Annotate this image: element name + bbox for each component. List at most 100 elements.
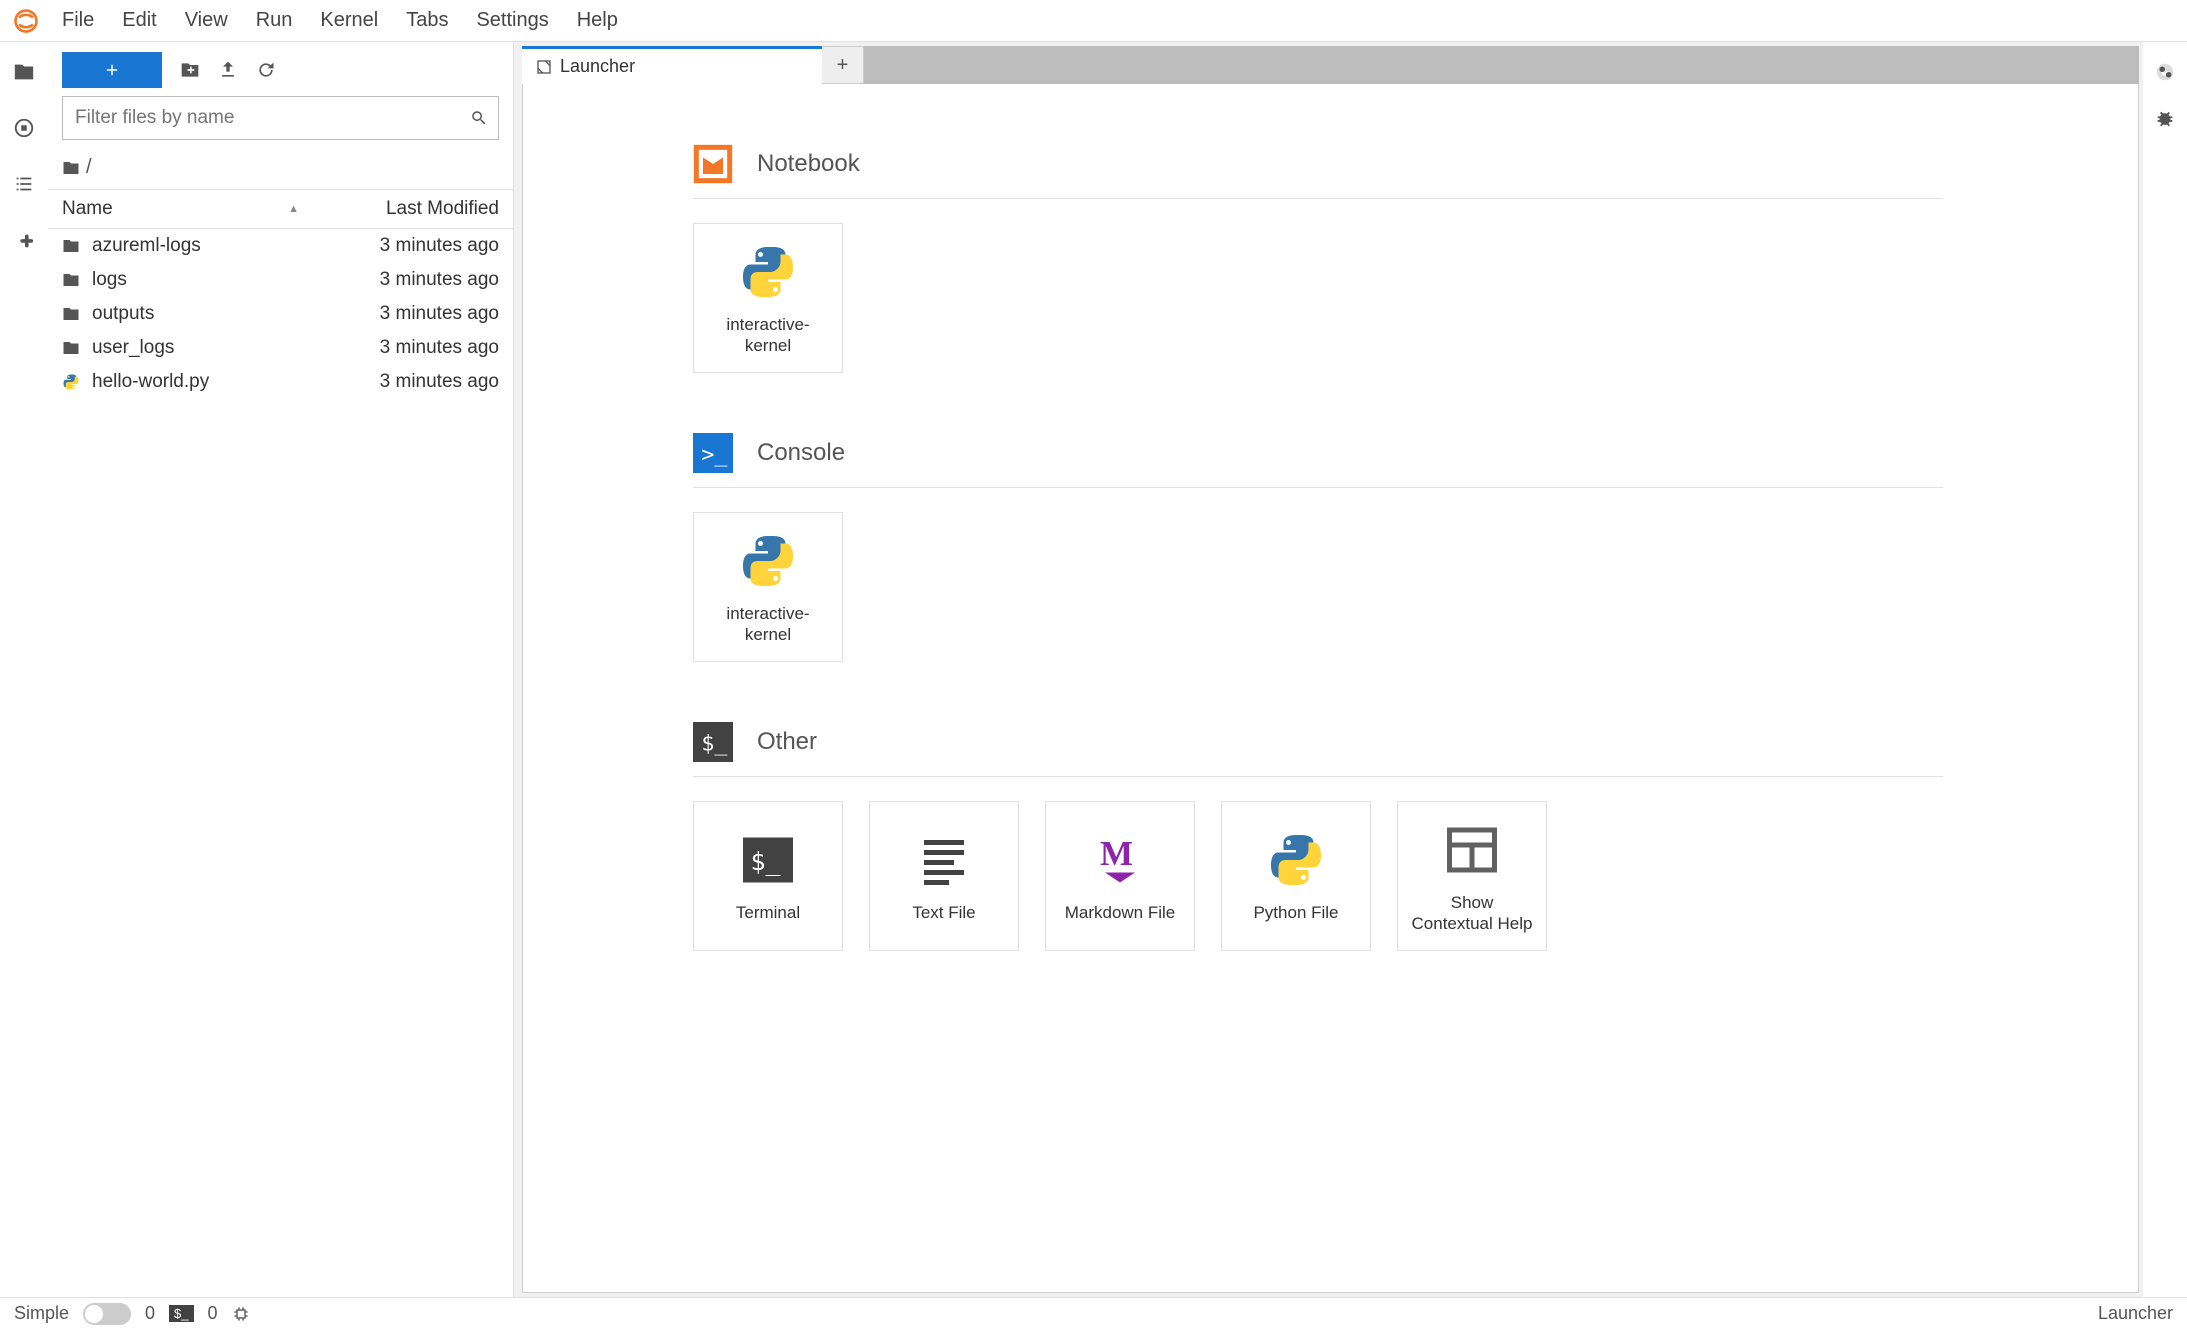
col-name-header[interactable]: Name ▲ [62,198,319,220]
tabbar: Launcher + [522,46,2139,84]
jupyter-logo-icon [12,7,40,35]
folder-icon [62,339,82,357]
launcher-card[interactable]: $_ Terminal [693,801,843,951]
file-name: outputs [92,303,319,325]
notebook-section-icon [693,144,733,184]
file-row[interactable]: hello-world.py3 minutes ago [48,365,513,399]
card-row: interactive-kernel [693,512,2138,662]
file-row[interactable]: azureml-logs3 minutes ago [48,229,513,263]
card-label: interactive-kernel [704,314,832,357]
tab-launcher[interactable]: Launcher [522,46,822,84]
folder-icon [62,159,80,177]
toc-icon[interactable] [12,172,36,196]
file-modified: 3 minutes ago [319,303,499,325]
left-sidebar-rail [0,42,48,1297]
card-label: interactive-kernel [704,603,832,646]
property-inspector-icon[interactable] [2153,60,2177,84]
menubar: File Edit View Run Kernel Tabs Settings … [0,0,2187,42]
terminals-count[interactable]: 0 [145,1303,155,1324]
card-label: Python File [1253,902,1338,923]
launcher-card[interactable]: interactive-kernel [693,512,843,662]
new-launcher-button[interactable] [62,52,162,88]
file-toolbar [48,42,513,96]
section-header: >_ Console [693,433,1943,488]
folder-icon [62,305,82,323]
main-dock: Launcher + Notebook interactive-kernel >_ C… [514,42,2143,1297]
filter-input[interactable] [63,97,498,139]
launcher-section-console: >_ Console interactive-kernel [693,433,2138,662]
launcher-card[interactable]: interactive-kernel [693,223,843,373]
card-row: $_ Terminal Text File MMarkdown File Python … [693,801,2138,951]
file-name: user_logs [92,337,319,359]
extensions-icon[interactable] [12,228,36,252]
file-row[interactable]: logs3 minutes ago [48,263,513,297]
statusbar-right: Launcher [2098,1303,2173,1324]
filter-input-wrap [62,96,499,140]
terminal-badge-icon[interactable]: $_ [169,1305,193,1322]
sort-asc-icon: ▲ [288,203,299,215]
python-file-icon [62,373,82,391]
kernel-chip-icon[interactable] [232,1305,250,1323]
right-sidebar-rail [2143,42,2187,1297]
context-help-icon [1440,818,1504,882]
terminal-dark-icon: $_ [736,828,800,892]
file-browser: / Name ▲ Last Modified azureml-logs3 min… [48,42,514,1297]
launcher-tab-icon [536,59,552,75]
section-title: Notebook [757,150,860,178]
menu-tabs[interactable]: Tabs [392,3,462,38]
file-modified: 3 minutes ago [319,337,499,359]
new-tab-button[interactable]: + [822,46,864,84]
launcher-body: Notebook interactive-kernel >_ Console inter… [522,84,2139,1293]
text-file-icon [912,828,976,892]
launcher-section-other: $_ Other $_ Terminal Text File MMarkdown File… [693,722,2138,951]
file-modified: 3 minutes ago [319,235,499,257]
card-row: interactive-kernel [693,223,2138,373]
console-section-icon: >_ [693,433,733,473]
file-name: azureml-logs [92,235,319,257]
python-logo-icon [736,240,800,304]
file-row[interactable]: outputs3 minutes ago [48,297,513,331]
simple-mode-toggle[interactable] [83,1303,131,1325]
menu-help[interactable]: Help [563,3,632,38]
kernels-count[interactable]: 0 [208,1303,218,1324]
markdown-icon: M [1088,828,1152,892]
menu-file[interactable]: File [48,3,108,38]
svg-text:M: M [1100,834,1133,873]
file-list-headers: Name ▲ Last Modified [48,189,513,229]
launcher-section-notebook: Notebook interactive-kernel [693,144,2138,373]
menu-kernel[interactable]: Kernel [306,3,392,38]
new-folder-icon[interactable] [180,60,200,80]
refresh-icon[interactable] [256,60,276,80]
debugger-icon[interactable] [2153,108,2177,132]
python-logo-icon [736,529,800,593]
menu-view[interactable]: View [171,3,242,38]
card-label: Text File [912,902,975,923]
card-label: Show Contextual Help [1408,892,1536,935]
menu-settings[interactable]: Settings [462,3,562,38]
upload-icon[interactable] [218,60,238,80]
breadcrumb[interactable]: / [48,150,513,189]
launcher-card[interactable]: Python File [1221,801,1371,951]
launcher-card[interactable]: MMarkdown File [1045,801,1195,951]
svg-text:>_: >_ [701,442,728,467]
menu-run[interactable]: Run [242,3,307,38]
file-row[interactable]: user_logs3 minutes ago [48,331,513,365]
statusbar: Simple 0 $_ 0 Launcher [0,1297,2187,1329]
card-label: Terminal [736,902,800,923]
tab-title: Launcher [560,56,635,77]
file-list: azureml-logs3 minutes agologs3 minutes a… [48,229,513,1297]
folder-icon [62,271,82,289]
section-title: Console [757,439,845,467]
col-modified-header[interactable]: Last Modified [319,198,499,220]
python-logo-icon [1264,828,1328,892]
file-name: logs [92,269,319,291]
launcher-card[interactable]: Text File [869,801,1019,951]
menu-edit[interactable]: Edit [108,3,170,38]
launcher-card[interactable]: Show Contextual Help [1397,801,1547,951]
folder-icon[interactable] [12,60,36,84]
section-title: Other [757,728,817,756]
other-section-icon: $_ [693,722,733,762]
file-modified: 3 minutes ago [319,269,499,291]
running-icon[interactable] [12,116,36,140]
section-header: Notebook [693,144,1943,199]
